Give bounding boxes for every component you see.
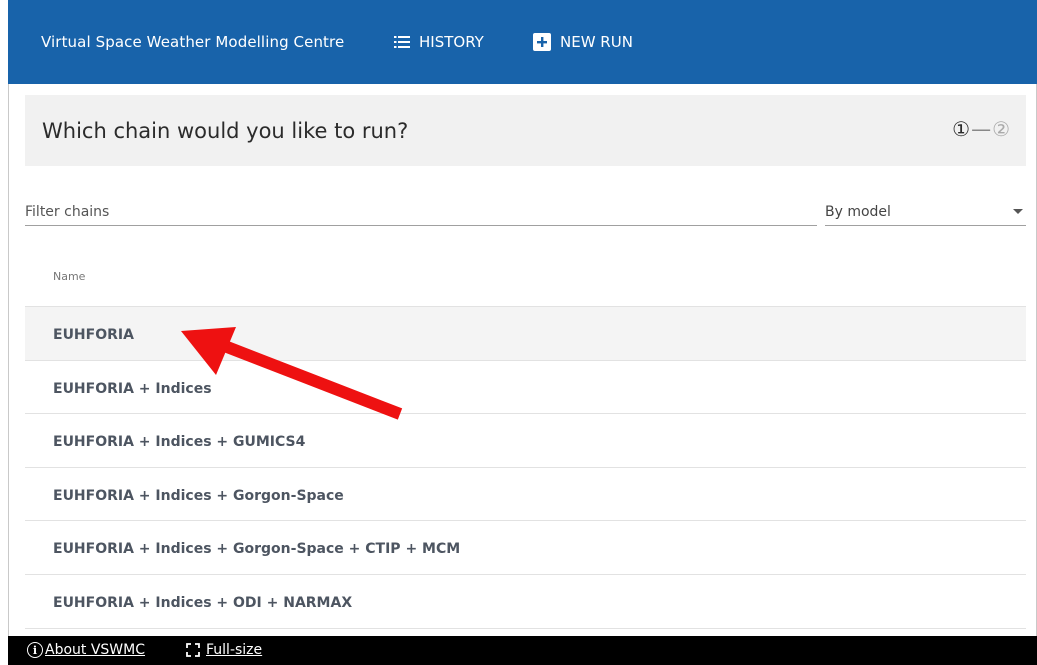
step-1: ① [952,117,971,141]
step-separator: — [971,117,992,141]
step-indicator: ① — ② [952,117,1010,141]
history-label: HISTORY [419,33,484,51]
new-run-nav-button[interactable]: NEW RUN [533,33,633,51]
row-label: EUHFORIA + Indices + GUMICS4 [53,434,306,451]
question-panel: Which chain would you like to run? ① — ② [25,95,1026,166]
page-title: Which chain would you like to run? [42,119,409,143]
row-label: EUHFORIA + Indices + Gorgon-Space [53,487,344,504]
list-icon [394,36,410,48]
sort-by-value: By model [825,204,891,220]
step-2: ② [992,117,1010,141]
column-header-name: Name [53,270,86,283]
table-row[interactable]: EUHFORIA + Indices + ODI + NARMAX [25,575,1026,629]
fullsize-link[interactable]: Full-size [186,642,262,658]
fullsize-label: Full-size [206,642,263,658]
app-brand[interactable]: Virtual Space Weather Modelling Centre [41,33,344,51]
new-run-label: NEW RUN [560,33,633,51]
filter-chains-input[interactable] [25,198,817,226]
fullscreen-icon [186,643,200,657]
about-link[interactable]: i About VSWMC [27,642,145,658]
table-row[interactable]: EUHFORIA + Indices + GUMICS4 [25,414,1026,468]
dropdown-caret-icon [1013,209,1023,214]
table-row[interactable]: EUHFORIA [25,307,1026,361]
row-label: EUHFORIA + Indices + ODI + NARMAX [53,594,353,611]
info-icon: i [27,642,43,658]
plus-box-icon [533,33,551,51]
table-row[interactable]: EUHFORIA + Indices + Gorgon-Space [25,468,1026,522]
sort-by-select[interactable]: By model [825,198,1026,226]
row-label: EUHFORIA [53,327,134,343]
history-nav-button[interactable]: HISTORY [394,33,484,51]
table-row[interactable]: EUHFORIA + Indices + Gorgon-Space + CTIP… [25,521,1026,575]
chains-table: Name EUHFORIA EUHFORIA + Indices EUHFORI… [25,254,1026,629]
row-label: EUHFORIA + Indices + Gorgon-Space + CTIP… [53,541,461,558]
footer-bar: i About VSWMC Full-size [8,636,1037,665]
row-label: EUHFORIA + Indices [53,380,212,397]
table-row[interactable]: EUHFORIA + Indices [25,361,1026,415]
table-header: Name [25,254,1026,307]
about-label: About VSWMC [45,642,146,658]
top-navigation-bar: Virtual Space Weather Modelling Centre H… [8,0,1037,84]
